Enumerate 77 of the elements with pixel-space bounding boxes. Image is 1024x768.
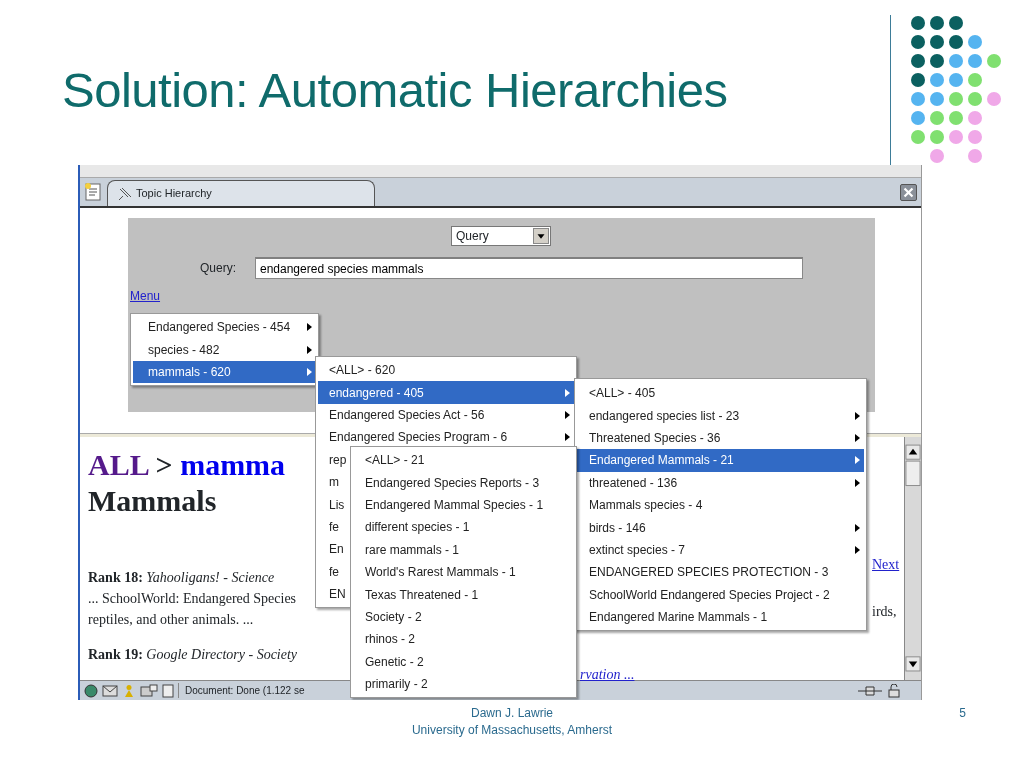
envelope-icon[interactable] [102, 683, 118, 698]
popup-item[interactable]: Endangered Mammals - 21 [577, 449, 864, 472]
popup-item[interactable]: Endangered Marine Mammals - 1 [577, 605, 772, 629]
mode-select[interactable]: Query [451, 226, 551, 246]
result-link[interactable]: Google Directory - Society [142, 647, 298, 662]
rank-label: Rank 18: [88, 570, 143, 585]
page-icon [83, 182, 103, 202]
breadcrumb-link[interactable]: ALL [88, 448, 149, 481]
popup-item[interactable]: World's Rarest Mammals - 1 [353, 560, 520, 584]
popup-item[interactable]: Genetic - 2 [353, 650, 428, 673]
query-field[interactable]: endangered species mammals [255, 257, 803, 279]
breadcrumb-link[interactable]: mamma [180, 448, 286, 481]
popup-item[interactable]: species - 482 [133, 338, 316, 361]
popup-item[interactable]: Mammals species - 4 [577, 493, 707, 517]
page-heading: Mammals [88, 483, 217, 519]
submenu-arrow-icon [855, 523, 860, 532]
popup-item[interactable]: rep [318, 448, 351, 471]
popup-item[interactable]: rhinos - 2 [353, 628, 420, 651]
popup-item[interactable]: endangered species list - 23 [577, 404, 864, 427]
status-text: Document: Done (1.122 se [178, 683, 305, 698]
result-link[interactable]: Yahooligans! - Science [142, 570, 275, 585]
popup-item[interactable]: endangered - 405 [318, 381, 574, 404]
query-label: Query: [200, 260, 237, 277]
popup-item[interactable]: <ALL> - 405 [577, 382, 660, 405]
close-button[interactable] [900, 184, 917, 201]
popup-item[interactable]: extinct species - 7 [577, 538, 864, 562]
popup-item[interactable]: primarily - 2 [353, 672, 432, 696]
popup-item[interactable]: fe [318, 515, 343, 539]
submenu-arrow-icon [307, 323, 312, 332]
popup-item[interactable]: Endangered Species Reports - 3 [353, 471, 544, 494]
popup-item[interactable]: Society - 2 [353, 605, 426, 629]
popup-item[interactable]: Endangered Species Program - 6 [318, 426, 574, 449]
submenu-arrow-icon [855, 545, 860, 554]
result-snippet: ... SchoolWorld: Endangered Species [88, 590, 297, 608]
popup-item[interactable]: Endangered Species - 454 [133, 316, 316, 339]
scrollbar[interactable] [904, 437, 921, 680]
popup-item[interactable]: fe [318, 560, 343, 583]
popup-item[interactable]: Lis [318, 493, 349, 516]
result-snippet: reptiles, and other animals. ... [88, 611, 254, 629]
footer-affiliation: University of Massachusetts, Amherst [411, 722, 613, 739]
popup-item[interactable]: EN [318, 582, 350, 606]
popup-item[interactable]: Endangered Species Act - 56 [318, 403, 574, 427]
popup-item[interactable]: <ALL> - 21 [353, 449, 429, 472]
submenu-arrow-icon [855, 411, 860, 420]
breadcrumb-separator: > [154, 448, 174, 481]
page-number: 5 [959, 705, 966, 722]
tab[interactable]: Topic Hierarchy [107, 180, 375, 206]
submenu-arrow-icon [855, 478, 860, 487]
padlock-icon [887, 683, 901, 698]
popup-item[interactable]: <ALL> - 620 [318, 359, 400, 382]
next-link[interactable]: Next [872, 554, 900, 575]
popup-item[interactable]: birds - 146 [577, 516, 864, 539]
result-snippet: irds, [872, 603, 897, 621]
footer-author: Dawn J. Lawrie [471, 705, 553, 722]
popup-item[interactable]: ENDANGERED SPECIES PROTECTION - 3 [577, 561, 833, 584]
submenu-arrow-icon [855, 433, 860, 442]
popup-item[interactable]: Endangered Mammal Species - 1 [353, 493, 548, 517]
slide-title: Solution: Automatic Hierarchies [62, 64, 728, 119]
popup-item[interactable]: rare mammals - 1 [353, 538, 463, 561]
submenu-arrow-icon [307, 345, 312, 354]
rank-label: Rank 19: [88, 647, 143, 662]
menu-link[interactable]: Menu [130, 287, 161, 305]
popup-item[interactable]: m [318, 470, 343, 494]
submenu-arrow-icon [855, 456, 860, 465]
popup-item[interactable]: Threatened Species - 36 [577, 426, 864, 450]
submenu-arrow-icon [565, 433, 570, 442]
popup-item[interactable]: Texas Threatened - 1 [353, 583, 483, 606]
connection-icon [857, 684, 883, 697]
popup-item[interactable]: SchoolWorld Endangered Species Project - 2 [577, 583, 834, 606]
popup-item[interactable]: threatened - 136 [577, 471, 864, 494]
popup-item[interactable]: different species - 1 [353, 516, 474, 539]
popup-item[interactable]: mammals - 620 [133, 360, 316, 384]
submenu-arrow-icon [307, 367, 312, 376]
popup-item[interactable]: En [318, 538, 348, 561]
submenu-arrow-icon [565, 388, 570, 397]
result-link[interactable]: rvation ... [580, 664, 635, 685]
submenu-arrow-icon [565, 410, 570, 419]
